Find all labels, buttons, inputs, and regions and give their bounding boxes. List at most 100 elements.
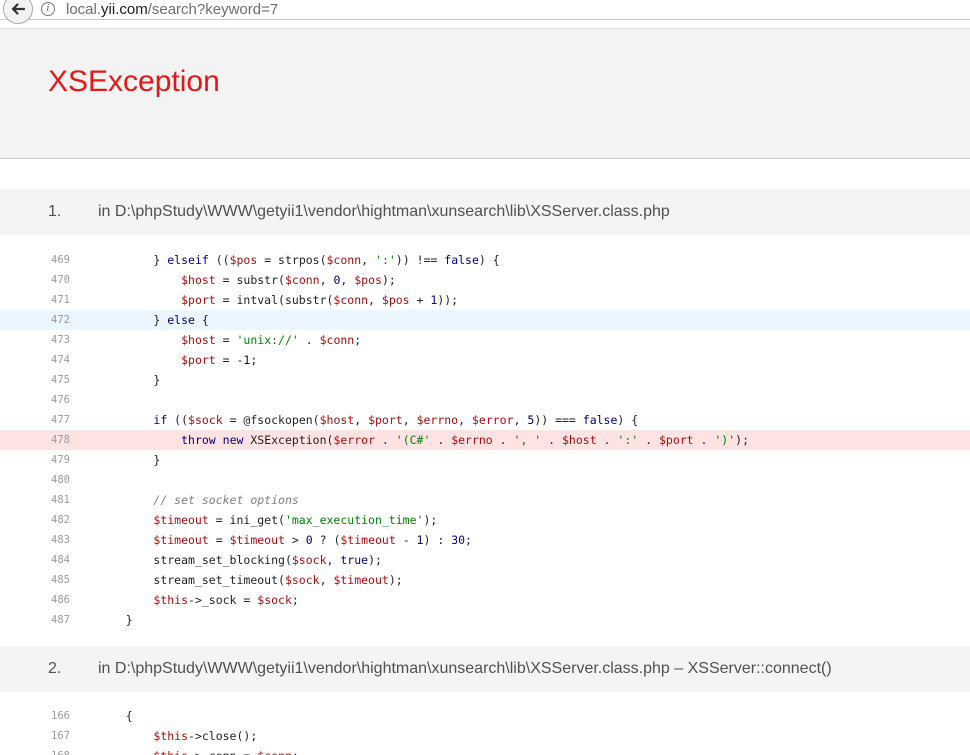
code-token: . [375, 433, 396, 447]
code-token: 0 [305, 533, 313, 547]
line-number: 474 [51, 354, 70, 366]
code-text: stream_set_blocking($sock, true); [98, 550, 382, 570]
code-token: } [153, 313, 168, 327]
line-number: 486 [51, 594, 70, 606]
code-token: else [167, 313, 195, 327]
exception-header: XSException [0, 28, 970, 159]
code-token: $timeout [229, 533, 285, 547]
code-token: = substr( [215, 273, 285, 287]
code-token: $conn [333, 293, 369, 307]
code-token: } [153, 253, 168, 267]
code-token: $port [181, 293, 216, 307]
site-info-icon[interactable]: i [41, 2, 55, 16]
code-token: ':' [617, 433, 639, 447]
code-token: $errno [416, 413, 459, 427]
code-token: ) : [423, 533, 452, 547]
code-token: = [208, 533, 230, 547]
code-line: 482 $timeout = ini_get('max_execution_ti… [0, 510, 970, 530]
line-number: 168 [51, 746, 81, 755]
code-token: ':' [375, 253, 396, 267]
code-token: if [153, 413, 168, 427]
line-number: 469 [51, 254, 70, 266]
code-token: $port [181, 353, 216, 367]
code-token: = ini_get( [208, 513, 285, 527]
code-token: false [444, 253, 479, 267]
code-token: true [340, 553, 369, 567]
code-token: = @fsockopen( [222, 413, 320, 427]
back-button[interactable] [3, 0, 33, 24]
code-token: ->_conn = [188, 749, 257, 755]
code-block-1: 469 } elseif (($pos = strpos($conn, ':')… [0, 250, 970, 630]
code-token: { [125, 709, 133, 723]
code-line: 472 } else { [0, 310, 970, 330]
code-token: $errno [451, 433, 493, 447]
code-token: (( [208, 253, 230, 267]
call-file-path: in D:\phpStudy\WWW\getyii1\vendor\hightm… [98, 203, 670, 220]
code-token: = intval(substr( [215, 293, 334, 307]
code-token: - [395, 533, 417, 547]
code-token: , [319, 273, 334, 287]
code-line: 487 } [0, 610, 970, 630]
code-line: 481 // set socket options [0, 490, 970, 510]
line-number: 479 [51, 454, 70, 466]
code-token: , [368, 293, 382, 307]
code-text: $host = substr($conn, 0, $pos); [98, 270, 396, 290]
code-token: ); [381, 273, 396, 287]
exception-title: XSException [48, 65, 220, 98]
code-token: ); [735, 433, 750, 447]
code-line: 167 $this->close(); [0, 726, 970, 746]
code-line: 168 $this->_conn = $conn; [0, 746, 970, 755]
code-token: $sock [188, 413, 223, 427]
code-token: $conn [326, 253, 362, 267]
code-token: throw [181, 433, 216, 447]
line-number: 167 [51, 730, 70, 742]
code-text: { [98, 706, 133, 726]
code-line: 474 $port = -1; [0, 350, 970, 370]
code-token: )); [437, 293, 459, 307]
call-stack-item-2[interactable]: 2. in D:\phpStudy\WWW\getyii1\vendor\hig… [0, 646, 970, 692]
code-token: ; [250, 353, 258, 367]
code-token: stream_set_timeout( [153, 573, 285, 587]
code-line: 469 } elseif (($pos = strpos($conn, ':')… [0, 250, 970, 270]
code-token: $conn [284, 273, 320, 287]
code-line: 470 $host = substr($conn, 0, $pos); [0, 270, 970, 290]
code-text: $this->_conn = $conn; [98, 746, 298, 755]
url-field[interactable]: local.yii.com/search?keyword=7 [66, 1, 278, 18]
code-token: . [638, 433, 659, 447]
code-token: new [222, 433, 244, 447]
line-number: 482 [51, 514, 70, 526]
line-number: 484 [51, 554, 70, 566]
code-text: $port = intval(substr($conn, $pos + 1)); [98, 290, 458, 310]
code-token: } [125, 613, 133, 627]
code-text: // set socket options [98, 490, 298, 510]
code-token: , [513, 413, 528, 427]
call-stack-item-1[interactable]: 1. in D:\phpStudy\WWW\getyii1\vendor\hig… [0, 189, 970, 235]
code-token: ); [423, 513, 438, 527]
code-token: $this [153, 729, 189, 743]
code-text: if (($sock = @fsockopen($host, $port, $e… [98, 410, 638, 430]
code-token: ; [465, 533, 472, 547]
code-token: , [340, 273, 355, 287]
code-token: . [596, 433, 618, 447]
code-token: > [284, 533, 306, 547]
call-number: 1. [48, 203, 62, 220]
line-number: 477 [51, 414, 70, 426]
code-token: '(C#' [395, 433, 431, 447]
code-token: $timeout [153, 533, 209, 547]
code-token: $host [319, 413, 355, 427]
code-text: } [98, 610, 133, 630]
code-token: $timeout [340, 533, 396, 547]
url-host: yii.com [101, 1, 148, 18]
code-token: , [458, 413, 472, 427]
code-token: $error [471, 413, 514, 427]
